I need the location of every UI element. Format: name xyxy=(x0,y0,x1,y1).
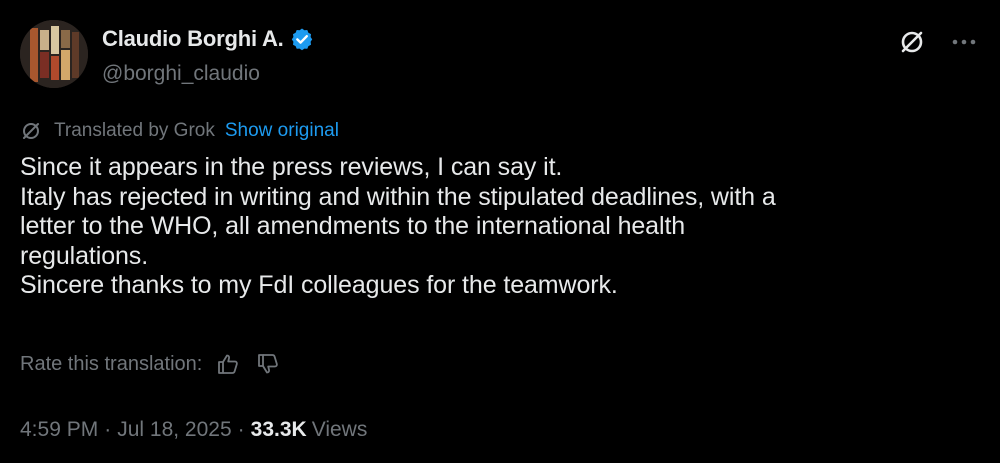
tweet-meta: 4:59 PM · Jul 18, 2025 · 33.3K Views xyxy=(20,418,367,442)
handle[interactable]: @borghi_claudio xyxy=(102,62,314,86)
verified-badge-icon[interactable] xyxy=(290,27,314,51)
separator: · xyxy=(104,418,112,441)
thumbs-down-icon[interactable] xyxy=(254,350,282,378)
tweet-text-line: letter to the WHO, all amendments to the… xyxy=(20,212,686,240)
show-original-link[interactable]: Show original xyxy=(225,120,339,142)
name-row: Claudio Borghi A. xyxy=(102,24,314,54)
thumbs-up-icon[interactable] xyxy=(214,350,242,378)
grok-icon xyxy=(20,120,42,142)
tweet-text-line: Sincere thanks to my FdI colleagues for … xyxy=(20,271,618,299)
rate-translation-label: Rate this translation: xyxy=(20,352,203,375)
views-count[interactable]: 33.3K xyxy=(251,418,307,442)
tweet-text: Since it appears in the press reviews, I… xyxy=(20,153,980,301)
tweet: Claudio Borghi A. @borghi_claudio Transl… xyxy=(0,0,1000,463)
translation-row: Translated by Grok Show original xyxy=(20,120,339,142)
avatar[interactable] xyxy=(20,20,88,88)
rate-translation-row: Rate this translation: xyxy=(20,350,282,378)
tweet-time[interactable]: 4:59 PM xyxy=(20,418,98,442)
more-icon[interactable] xyxy=(948,26,980,58)
grok-icon[interactable] xyxy=(896,26,928,58)
top-actions xyxy=(896,26,980,58)
separator: · xyxy=(237,418,245,441)
views-label: Views xyxy=(311,418,368,441)
translated-by-label: Translated by Grok xyxy=(54,120,215,141)
tweet-date[interactable]: Jul 18, 2025 xyxy=(117,418,231,442)
display-name[interactable]: Claudio Borghi A. xyxy=(102,26,284,52)
tweet-text-line: Italy has rejected in writing and within… xyxy=(20,182,776,211)
tweet-text-line: Since it appears in the press reviews, I… xyxy=(20,153,563,181)
tweet-text-line: regulations. xyxy=(20,241,149,270)
author-block: Claudio Borghi A. @borghi_claudio xyxy=(102,24,314,86)
